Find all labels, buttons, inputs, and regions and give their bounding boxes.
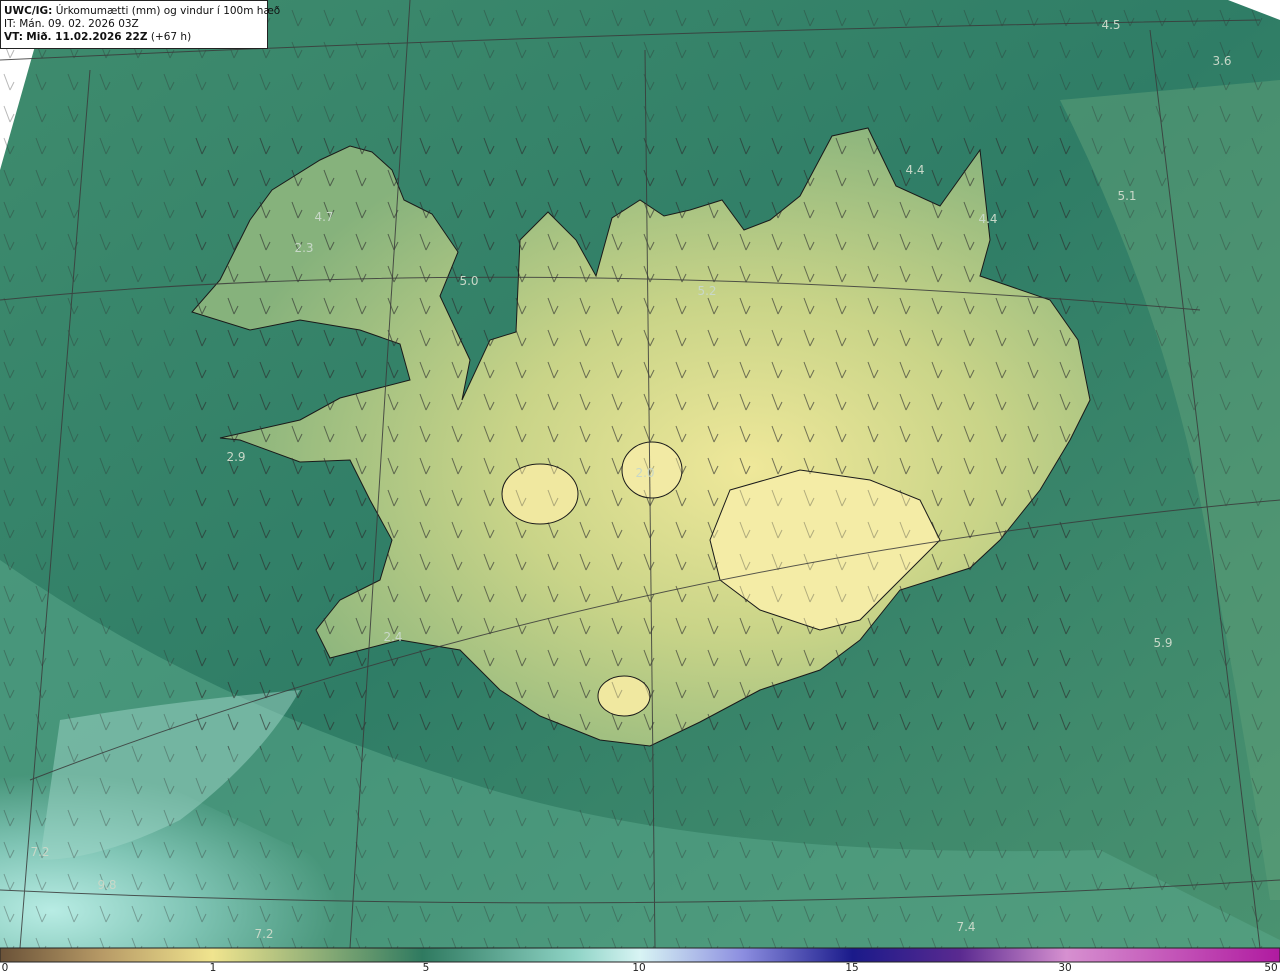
value-label: 2.9 [226, 450, 246, 464]
product-label: UWC/IG: [4, 5, 53, 17]
value-label: 5.1 [1117, 189, 1137, 203]
value-label: 3.6 [1212, 54, 1232, 68]
colorbar [0, 947, 1280, 963]
colorbar-tick: 15 [845, 962, 859, 974]
value-label: 4.4 [978, 212, 998, 226]
value-label: 5.2 [697, 284, 717, 298]
valid-time: Mið. 11.02.2026 22Z [26, 31, 148, 43]
colorbar-tick: 50 [1264, 962, 1278, 974]
precipitation-map [0, 0, 1280, 963]
value-label: 2.4 [383, 630, 403, 644]
value-label: 9.8 [97, 878, 117, 892]
value-label: 2.0 [635, 466, 655, 480]
value-label: 5.0 [459, 274, 479, 288]
valid-time-row: VT: Mið. 11.02.2026 22Z (+67 h) [4, 31, 264, 44]
title-row: UWC/IG: Úrkomumætti (mm) og vindur í 100… [4, 5, 280, 18]
value-label: 7.2 [254, 927, 274, 941]
value-label: 7.4 [956, 920, 976, 934]
issue-time: IT: Mán. 09. 02. 2026 03Z [4, 18, 139, 30]
value-label: 4.4 [905, 163, 925, 177]
colorbar-tick: 0 [1, 962, 9, 974]
value-label: 5.9 [1153, 636, 1173, 650]
value-label: 7.2 [30, 845, 50, 859]
valid-label: VT: [4, 31, 23, 43]
colorbar-tick: 10 [632, 962, 646, 974]
colorbar-tick: 30 [1058, 962, 1072, 974]
colorbar-labels: 0 1 5 10 15 30 50 [0, 962, 1280, 978]
value-label: 2.3 [294, 241, 314, 255]
colorbar-tick: 1 [209, 962, 217, 974]
map-info-box: UWC/IG: Úrkomumætti (mm) og vindur í 100… [0, 0, 280, 49]
valid-offset: (+67 h) [150, 31, 192, 43]
map-title: Úrkomumætti (mm) og vindur í 100m hæð [55, 5, 281, 17]
value-label: 4.7 [314, 210, 334, 224]
value-label: 4.5 [1101, 18, 1121, 32]
colorbar-tick: 5 [422, 962, 430, 974]
